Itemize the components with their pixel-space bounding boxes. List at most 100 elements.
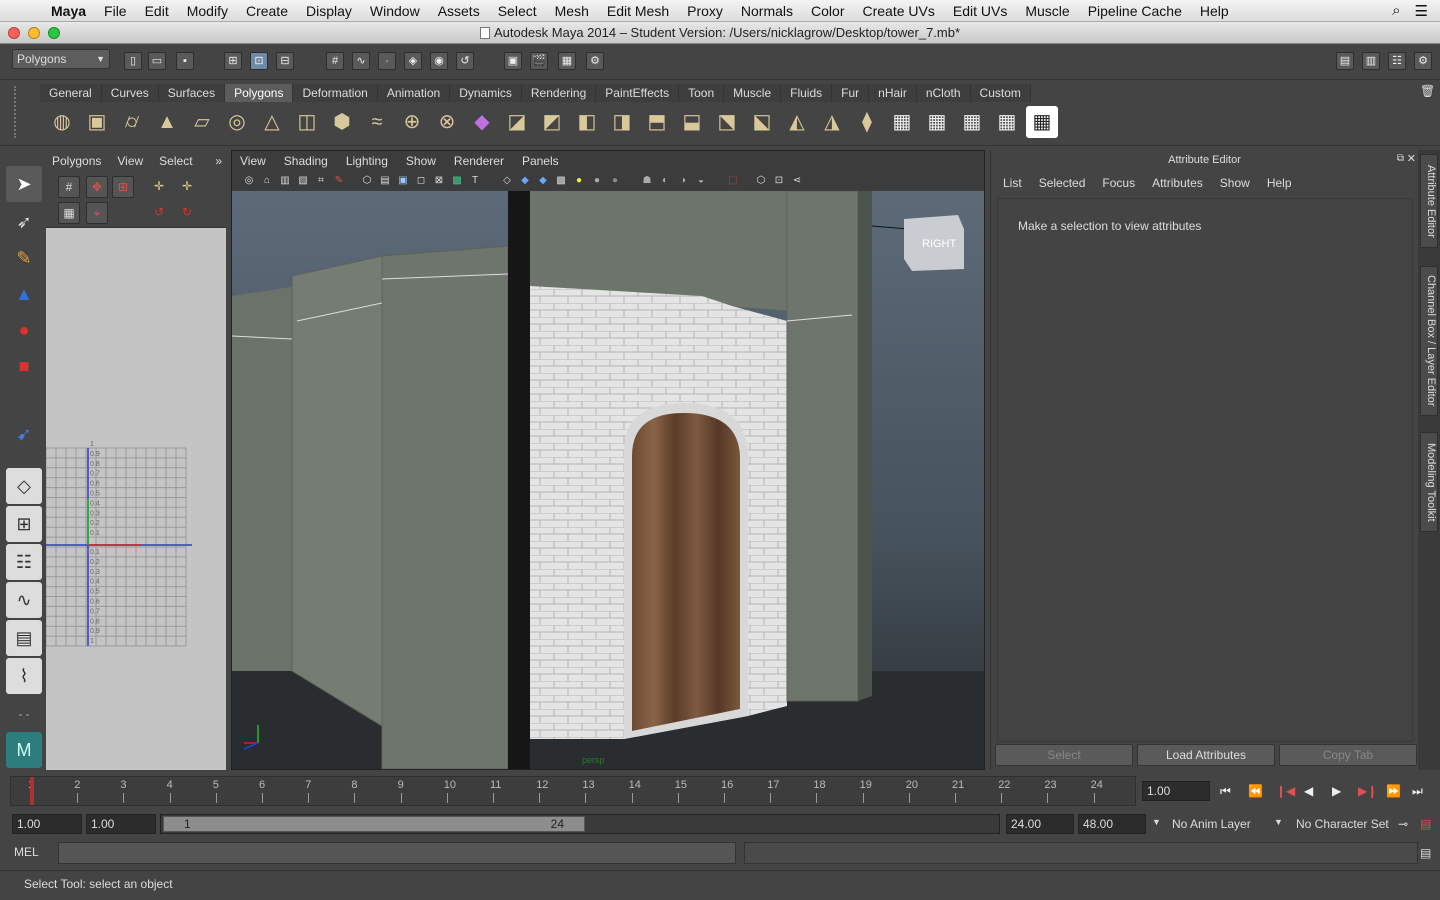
checker-icon[interactable]: ▩ bbox=[554, 174, 568, 188]
four-view-layout-icon[interactable]: ⊞ bbox=[6, 506, 42, 542]
vp-menu-renderer[interactable]: Renderer bbox=[454, 154, 504, 168]
shelf-tab-polygons[interactable]: Polygons bbox=[225, 84, 294, 102]
lights-sphere-icon[interactable]: ● bbox=[572, 174, 586, 188]
menu-color[interactable]: Color bbox=[802, 3, 853, 19]
script-language-toggle[interactable]: MEL bbox=[14, 845, 39, 859]
wedge-icon[interactable]: ◭ bbox=[781, 106, 813, 138]
ae-menu-attributes[interactable]: Attributes bbox=[1152, 176, 1203, 190]
menu-muscle[interactable]: Muscle bbox=[1016, 3, 1078, 19]
command-input[interactable] bbox=[58, 842, 736, 864]
shelf-tab-toon[interactable]: Toon bbox=[679, 84, 725, 102]
uv-menu-more[interactable]: » bbox=[215, 154, 226, 168]
anim-layer-chevron-icon[interactable]: ▼ bbox=[1152, 817, 1161, 827]
range-bar[interactable]: 1 24 bbox=[160, 814, 1000, 834]
select-button[interactable]: Select bbox=[995, 744, 1133, 766]
step-forward-key-icon[interactable]: ⏩ bbox=[1386, 784, 1401, 798]
ssao-icon[interactable]: ◒ bbox=[694, 174, 708, 188]
layout-toggle-icon[interactable]: ▤ bbox=[1336, 52, 1354, 70]
poly-sphere-icon[interactable]: ◍ bbox=[46, 106, 78, 138]
render-current-icon[interactable]: 🎬 bbox=[530, 52, 548, 70]
mirror-icon[interactable]: ⧫ bbox=[851, 106, 883, 138]
menu-assets[interactable]: Assets bbox=[429, 3, 489, 19]
trash-icon[interactable]: 🗑 bbox=[1420, 84, 1435, 98]
smooth-shade-icon[interactable]: ▤ bbox=[378, 174, 392, 188]
step-back-key-icon[interactable]: ⏪ bbox=[1248, 784, 1263, 798]
range-handle[interactable]: 1 24 bbox=[163, 816, 585, 832]
ae-menu-selected[interactable]: Selected bbox=[1039, 176, 1086, 190]
single-perspective-layout-icon[interactable]: ◇ bbox=[6, 468, 42, 504]
insert-edge-loop-icon[interactable]: ⬒ bbox=[641, 106, 673, 138]
float-panel-icon[interactable]: ⧉ bbox=[1397, 153, 1404, 164]
resolution-gate-icon[interactable]: ⊡ bbox=[772, 174, 786, 188]
poly-plane-icon[interactable]: ▱ bbox=[186, 106, 218, 138]
bounding-box-icon[interactable]: ⬡ bbox=[754, 174, 768, 188]
vp-menu-shading[interactable]: Shading bbox=[284, 154, 328, 168]
poly-cylinder-icon[interactable]: ⌭ bbox=[116, 106, 148, 138]
graph-editor-layout-icon[interactable]: ⌇ bbox=[6, 658, 42, 694]
ae-menu-list[interactable]: List bbox=[1003, 176, 1022, 190]
shelf-tab-ncloth[interactable]: nCloth bbox=[916, 84, 971, 102]
blue-cube-icon[interactable]: ◆ bbox=[518, 174, 532, 188]
uv-smudge-icon[interactable]: ⌖ bbox=[86, 202, 108, 224]
persp-graph-layout-icon[interactable]: ∿ bbox=[6, 582, 42, 618]
load-attributes-button[interactable]: Load Attributes bbox=[1137, 744, 1275, 766]
menu-select[interactable]: Select bbox=[489, 3, 546, 19]
step-forward-frame-icon[interactable]: ▶❙ bbox=[1358, 784, 1377, 798]
poly-cone-icon[interactable]: ▲ bbox=[151, 106, 183, 138]
uv-move-icon[interactable]: ✥ bbox=[86, 176, 108, 198]
anim-layer-label[interactable]: No Anim Layer bbox=[1172, 817, 1251, 831]
split-polygon-icon[interactable]: ◨ bbox=[606, 106, 638, 138]
character-set-chevron-icon[interactable]: ▼ bbox=[1274, 817, 1283, 827]
tab-channel-box[interactable]: Channel Box / Layer Editor bbox=[1420, 266, 1438, 416]
menu-window[interactable]: Window bbox=[361, 3, 429, 19]
move-tool-icon[interactable]: ▲ bbox=[6, 276, 42, 312]
save-scene-icon[interactable]: ▪ bbox=[176, 52, 194, 70]
isolate-select-icon[interactable]: ☗ bbox=[640, 174, 654, 188]
image-plane-icon[interactable]: ▧ bbox=[296, 174, 310, 188]
textured-icon[interactable]: ▩ bbox=[450, 174, 464, 188]
menu-pipeline-cache[interactable]: Pipeline Cache bbox=[1079, 3, 1191, 19]
uv-menu-view[interactable]: View bbox=[117, 154, 143, 168]
shelf-tab-rendering[interactable]: Rendering bbox=[521, 84, 597, 102]
shelf-tab-animation[interactable]: Animation bbox=[377, 84, 451, 102]
film-gate-icon[interactable]: ✎ bbox=[332, 174, 346, 188]
snap-curve-icon[interactable]: ∿ bbox=[352, 52, 370, 70]
copy-tab-button[interactable]: Copy Tab bbox=[1279, 744, 1417, 766]
bridge-icon[interactable]: ◩ bbox=[536, 106, 568, 138]
snap-grid-icon[interactable]: # bbox=[326, 52, 344, 70]
select-component-icon[interactable]: ⊟ bbox=[276, 52, 294, 70]
shaded-cube-icon[interactable]: ◇ bbox=[500, 174, 514, 188]
menu-proxy[interactable]: Proxy bbox=[678, 3, 732, 19]
scale-tool-icon[interactable]: ■ bbox=[6, 348, 42, 384]
poly-pyramid-icon[interactable]: △ bbox=[256, 106, 288, 138]
play-backwards-icon[interactable]: ◀ bbox=[1304, 784, 1313, 798]
select-camera-icon[interactable]: ◎ bbox=[242, 174, 256, 188]
close-window-button[interactable] bbox=[8, 27, 20, 39]
go-to-start-icon[interactable]: ⏮ bbox=[1220, 784, 1231, 799]
flip-v-icon[interactable]: ✛ bbox=[176, 176, 198, 198]
menu-file[interactable]: File bbox=[95, 3, 136, 19]
paint-select-tool-icon[interactable]: ✎ bbox=[6, 240, 42, 276]
poly-cube-icon[interactable]: ▣ bbox=[81, 106, 113, 138]
last-tool-icon[interactable]: ➹ bbox=[6, 416, 42, 452]
rotate-uv-cw-icon[interactable]: ↻ bbox=[176, 202, 198, 224]
uv-menu-polygons[interactable]: Polygons bbox=[52, 154, 101, 168]
shelf-tab-curves[interactable]: Curves bbox=[101, 84, 159, 102]
ae-menu-show[interactable]: Show bbox=[1220, 176, 1250, 190]
shelf-tab-fur[interactable]: Fur bbox=[832, 84, 870, 102]
use-all-lights-icon[interactable]: T bbox=[468, 174, 482, 188]
history-icon[interactable]: ↺ bbox=[456, 52, 474, 70]
uv-texture-editor-icon[interactable]: ▦ bbox=[1026, 106, 1058, 138]
uv-snapshot-icon[interactable]: ▦ bbox=[58, 202, 80, 224]
select-hierarchy-icon[interactable]: ⊞ bbox=[224, 52, 242, 70]
poly-torus-icon[interactable]: ◎ bbox=[221, 106, 253, 138]
channel-box-toggle-icon[interactable]: ▥ bbox=[1362, 52, 1380, 70]
menu-create[interactable]: Create bbox=[237, 3, 297, 19]
shelf-tab-deformation[interactable]: Deformation bbox=[293, 84, 378, 102]
render-settings-icon[interactable]: ⚙ bbox=[586, 52, 604, 70]
uv-lattice-icon[interactable]: ⊞ bbox=[112, 176, 134, 198]
shelf-tab-fluids[interactable]: Fluids bbox=[781, 84, 833, 102]
snap-view-plane-icon[interactable]: ◈ bbox=[404, 52, 422, 70]
character-set-label[interactable]: No Character Set bbox=[1296, 817, 1389, 831]
poly-soccer-ball-icon[interactable]: ⬢ bbox=[326, 106, 358, 138]
